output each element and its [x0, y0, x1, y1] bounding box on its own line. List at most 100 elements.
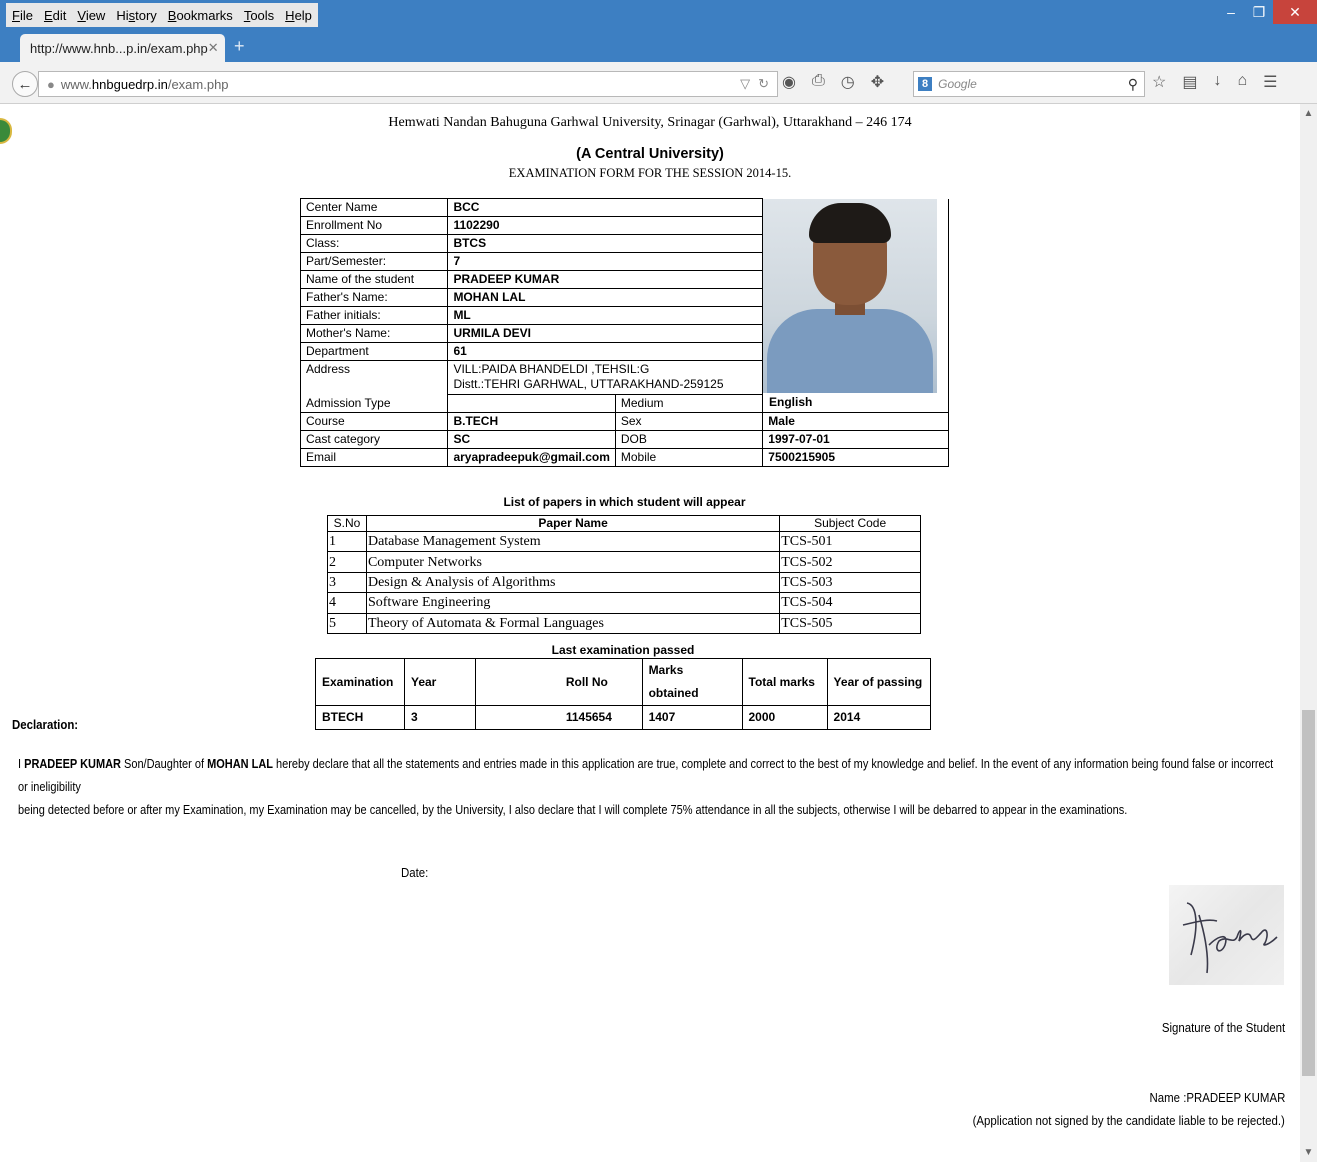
signatory-name: Name :PRADEEP KUMAR	[1149, 1090, 1285, 1105]
label-email: Email	[299, 448, 449, 467]
dropdown-icon[interactable]: ▽	[740, 76, 750, 92]
new-tab-icon[interactable]: +	[234, 36, 245, 57]
tab-title: http://www.hnb...p.in/exam.php	[30, 40, 208, 56]
label-mother: Mother's Name:	[299, 324, 449, 343]
close-window-icon[interactable]: ✕	[1273, 0, 1317, 24]
last-exam-header: Roll No	[474, 658, 643, 706]
menu-history[interactable]: History	[116, 8, 156, 23]
window-controls: – ❐ ✕	[1217, 0, 1317, 24]
label-dob: DOB	[614, 430, 764, 449]
search-icon[interactable]: ⚲	[1128, 76, 1138, 93]
reload-icon[interactable]: ↻	[758, 76, 769, 92]
tab-close-icon[interactable]: ✕	[208, 40, 219, 56]
menu-tools[interactable]: Tools	[244, 8, 274, 23]
page-scrollbar[interactable]: ▲ ▼	[1300, 104, 1317, 1162]
papers-header-code: Subject Code	[779, 515, 921, 532]
paper-sno: 4	[327, 592, 367, 614]
window-titlebar: File Edit View History Bookmarks Tools H…	[0, 0, 1317, 30]
label-part: Part/Semester:	[299, 252, 449, 271]
value-dob: 1997-07-01	[762, 430, 949, 449]
reader-icon[interactable]: ◉	[782, 72, 796, 92]
paper-row: 3 Design & Analysis of Algorithms TCS-503	[327, 571, 921, 594]
last-exam-value: 3	[403, 705, 476, 730]
value-email: aryapradeepuk@gmail.com	[447, 448, 616, 467]
value-sex: Male	[762, 412, 949, 431]
paper-name: Software Engineering	[365, 592, 781, 614]
declaration-student-name: PRADEEP KUMAR	[24, 756, 121, 771]
last-exam-table: Examination Year Roll No Marks obtained Tota…	[315, 658, 932, 730]
value-class: BTCS	[447, 234, 764, 253]
scroll-down-icon[interactable]: ▼	[1300, 1147, 1317, 1158]
paper-code: TCS-505	[779, 612, 921, 634]
restore-icon[interactable]: ❐	[1245, 0, 1273, 24]
paper-name: Design & Analysis of Algorithms	[365, 571, 781, 594]
tab-exam-php[interactable]: http://www.hnb...p.in/exam.php ✕	[20, 34, 225, 62]
label-department: Department	[299, 342, 449, 361]
paper-code: TCS-501	[779, 530, 921, 553]
declaration-part: being detected before or after my Examin…	[18, 802, 1128, 817]
value-department: 61	[447, 342, 764, 361]
declaration-father-name: MOHAN LAL	[207, 756, 273, 771]
value-center-name: BCC	[447, 198, 764, 217]
papers-header-name: Paper Name	[365, 515, 781, 532]
minimize-icon[interactable]: –	[1217, 0, 1245, 24]
last-exam-value: BTECH	[315, 705, 405, 730]
address-line-2: Distt.:TEHRI GARHWAL, UTTARAKHAND-259125	[453, 377, 724, 391]
download-icon[interactable]: ↓	[1213, 72, 1221, 92]
menu-file[interactable]: File	[12, 8, 33, 23]
bookmarks-list-icon[interactable]: ▤	[1182, 72, 1197, 92]
tab-strip: http://www.hnb...p.in/exam.php ✕ +	[0, 30, 1317, 62]
search-bar[interactable]: 8 Google ⚲	[913, 71, 1145, 97]
menu-view[interactable]: View	[77, 8, 105, 23]
bookmark-star-icon[interactable]: ☆	[1152, 72, 1166, 92]
value-student-name: PRADEEP KUMAR	[447, 270, 764, 289]
last-exam-header: Examination	[315, 658, 405, 706]
date-label: Date:	[401, 865, 429, 880]
label-father-initials: Father initials:	[299, 306, 449, 325]
label-course: Course	[299, 412, 449, 431]
search-engine-icon[interactable]: 8	[918, 77, 933, 91]
paper-sno: 3	[327, 571, 367, 594]
paper-sno: 2	[327, 551, 367, 573]
signature-label: Signature of the Student	[1161, 1020, 1285, 1035]
declaration-part: Son/Daughter of	[120, 756, 208, 771]
menu-help[interactable]: Help	[285, 8, 312, 23]
papers-header-sno: S.No	[327, 515, 367, 532]
history-icon[interactable]: ◷	[841, 72, 855, 92]
label-enrollment: Enrollment No	[299, 216, 449, 235]
last-exam-header: Year	[403, 658, 476, 706]
paper-sno: 5	[327, 612, 367, 634]
value-category: SC	[447, 430, 616, 449]
menu-bar: File Edit View History Bookmarks Tools H…	[6, 3, 318, 27]
papers-title: List of papers in which student will app…	[503, 495, 746, 509]
last-exam-value: 1145654	[474, 705, 643, 730]
paper-row: 2 Computer Networks TCS-502	[327, 551, 921, 573]
form-title: EXAMINATION FORM FOR THE SESSION 2014-15…	[508, 166, 792, 180]
address-bar[interactable]: ● www. hnbguedrp.in/exam.php ▽ ↻	[38, 71, 778, 97]
home-icon[interactable]: ⌂	[1237, 72, 1247, 92]
paper-sno: 1	[327, 530, 367, 553]
menu-edit[interactable]: Edit	[44, 8, 66, 23]
label-admission-type: Admission Type	[299, 394, 449, 413]
print-icon[interactable]: ⎙	[812, 72, 825, 92]
label-class: Class:	[299, 234, 449, 253]
extension-icon[interactable]: ✥	[871, 72, 884, 92]
scroll-up-icon[interactable]: ▲	[1300, 108, 1317, 119]
student-photo-cell	[762, 198, 949, 413]
last-exam-header: Marks obtained	[641, 658, 743, 706]
paper-code: TCS-503	[779, 571, 921, 594]
menu-hamburger-icon[interactable]: ☰	[1263, 72, 1277, 92]
paper-row: 1 Database Management System TCS-501	[327, 530, 921, 553]
value-address: VILL:PAIDA BHANDELDI ,TEHSIL:G Distt.:TE…	[447, 360, 764, 395]
value-mobile: 7500215905	[762, 448, 949, 467]
back-icon[interactable]: ←	[12, 71, 38, 97]
label-father: Father's Name:	[299, 288, 449, 307]
value-admission-type	[447, 394, 616, 413]
menu-bookmarks[interactable]: Bookmarks	[168, 8, 233, 23]
label-center-name: Center Name	[299, 198, 449, 217]
last-exam-value: 2014	[826, 705, 932, 730]
scrollbar-thumb[interactable]	[1302, 710, 1315, 1076]
label-category: Cast category	[299, 430, 449, 449]
value-part: 7	[447, 252, 764, 271]
university-name: Hemwati Nandan Bahuguna Garhwal Universi…	[388, 115, 912, 130]
